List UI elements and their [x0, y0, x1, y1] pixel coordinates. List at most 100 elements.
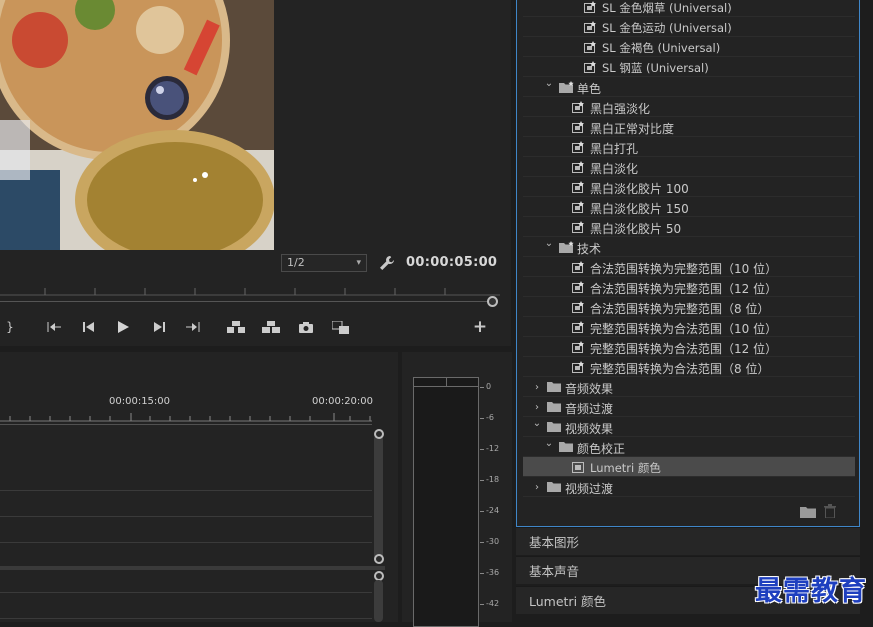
scrub-bar[interactable]	[0, 301, 488, 302]
folder-icon	[547, 381, 561, 393]
preset-item[interactable]: 合法范围转换为完整范围（12 位）	[523, 277, 855, 297]
chevron-down-icon[interactable]: ⌄	[544, 438, 554, 449]
preset-item[interactable]: 完整范围转换为合法范围（12 位）	[523, 337, 855, 357]
item-label: 合法范围转换为完整范围（10 位）	[590, 262, 778, 276]
preset-item[interactable]: 黑白强淡化	[523, 97, 855, 117]
preset-icon	[572, 121, 586, 133]
preset-item[interactable]: 黑白淡化胶片 100	[523, 177, 855, 197]
go-to-in-icon[interactable]	[44, 318, 64, 336]
folder-item[interactable]: ⌄ 单色	[523, 77, 855, 97]
panel-title: 基本声音	[529, 564, 580, 579]
db-label: -36	[486, 568, 500, 577]
folder-item[interactable]: ⌄ 视频效果	[523, 417, 855, 437]
effect-item[interactable]: Lumetri 颜色	[523, 457, 855, 477]
step-forward-icon[interactable]	[149, 318, 169, 336]
db-label: -6	[486, 413, 494, 422]
item-label: 合法范围转换为完整范围（8 位）	[590, 302, 770, 316]
folder-item[interactable]: › 音频过渡	[523, 397, 855, 417]
preset-item[interactable]: 完整范围转换为合法范围（8 位）	[523, 357, 855, 377]
preset-item[interactable]: SL 金色运动 (Universal)	[523, 17, 855, 37]
trash-icon[interactable]	[824, 504, 836, 519]
go-to-out-icon[interactable]	[183, 318, 203, 336]
preset-item[interactable]: SL 钢蓝 (Universal)	[523, 57, 855, 77]
essential-graphics-panel[interactable]: 基本图形	[516, 527, 860, 555]
preset-icon	[572, 321, 586, 333]
scroll-handle-top[interactable]	[374, 429, 384, 439]
item-label: 视频效果	[565, 422, 614, 436]
preset-item[interactable]: 合法范围转换为完整范围（10 位）	[523, 257, 855, 277]
track-divider[interactable]	[0, 566, 385, 570]
item-label: 黑白淡化	[590, 162, 639, 176]
play-icon[interactable]	[113, 318, 133, 336]
item-label: SL 金褐色 (Universal)	[602, 41, 721, 55]
item-label: 颜色校正	[577, 442, 626, 456]
folder-icon	[547, 481, 561, 493]
item-label: SL 金色运动 (Universal)	[602, 21, 732, 35]
preset-item[interactable]: 黑白淡化	[523, 157, 855, 177]
new-bin-icon[interactable]	[800, 506, 816, 518]
db-label: -42	[486, 599, 500, 608]
item-label: 完整范围转换为合法范围（12 位）	[590, 342, 778, 356]
effects-panel: SL 金色烟草 (Universal) SL 金色运动 (Universal) SL…	[516, 0, 860, 527]
item-label: 音频过渡	[565, 402, 614, 416]
folder-item[interactable]: ⌄ 技术	[523, 237, 855, 257]
effect-icon	[572, 461, 586, 473]
panel-title: 基本图形	[529, 535, 580, 550]
folder-item[interactable]: › 音频效果	[523, 377, 855, 397]
audio-scrollbar[interactable]	[374, 580, 383, 622]
preset-icon	[584, 41, 598, 53]
scroll-handle-bottom[interactable]	[374, 554, 384, 564]
preset-icon	[572, 281, 586, 293]
folder-item[interactable]: ⌄ 颜色校正	[523, 437, 855, 457]
monitor-time-ruler[interactable]	[0, 282, 500, 296]
playback-resolution-value: 1/2	[287, 256, 305, 269]
row-divider	[523, 496, 855, 497]
item-label: 合法范围转换为完整范围（12 位）	[590, 282, 778, 296]
item-label: 完整范围转换为合法范围（8 位）	[590, 362, 770, 376]
preset-item[interactable]: 黑白淡化胶片 50	[523, 217, 855, 237]
chevron-right-icon[interactable]: ›	[532, 382, 542, 393]
chevron-down-icon[interactable]: ⌄	[532, 418, 542, 429]
item-label: Lumetri 颜色	[590, 461, 661, 475]
db-label: -12	[486, 444, 500, 453]
db-label: -24	[486, 506, 500, 515]
timecode-display[interactable]: 00:00:05:00	[406, 255, 497, 270]
preset-item[interactable]: SL 金色烟草 (Universal)	[523, 0, 855, 17]
compare-view-icon[interactable]	[331, 318, 351, 336]
timeline-ruler[interactable]	[0, 412, 372, 422]
preset-item[interactable]: 黑白正常对比度	[523, 117, 855, 137]
preset-icon	[572, 161, 586, 173]
chevron-down-icon[interactable]: ⌄	[544, 78, 554, 89]
add-button-icon[interactable]: +	[470, 317, 490, 337]
mark-out-icon[interactable]: }	[0, 318, 20, 336]
timecode-label: 00:00:20:00	[312, 396, 374, 407]
preset-icon	[572, 261, 586, 273]
video-scrollbar[interactable]	[374, 435, 383, 563]
timeline-panel: 00:00:15:00 00:00:20:00	[0, 352, 398, 622]
db-label: 0	[486, 382, 492, 391]
meter-channels	[413, 377, 479, 627]
item-label: 黑白正常对比度	[590, 122, 675, 136]
step-back-icon[interactable]	[79, 318, 99, 336]
chevron-down-icon[interactable]: ⌄	[544, 238, 554, 249]
folder-icon	[547, 401, 561, 413]
wrench-icon[interactable]	[378, 254, 396, 272]
db-tick	[480, 418, 484, 419]
preset-item[interactable]: 黑白淡化胶片 150	[523, 197, 855, 217]
item-label: 技术	[577, 242, 602, 256]
playback-resolution-dropdown[interactable]: 1/2 ▾	[281, 254, 367, 272]
preset-item[interactable]: 合法范围转换为完整范围（8 位）	[523, 297, 855, 317]
chevron-right-icon[interactable]: ›	[532, 402, 542, 413]
video-preview[interactable]	[0, 0, 274, 250]
folder-item[interactable]: › 视频过渡	[523, 477, 855, 497]
chevron-down-icon: ▾	[356, 258, 361, 268]
preset-item[interactable]: 黑白打孔	[523, 137, 855, 157]
chevron-right-icon[interactable]: ›	[532, 482, 542, 493]
zoom-handle[interactable]	[487, 296, 498, 307]
preset-item[interactable]: SL 金褐色 (Universal)	[523, 37, 855, 57]
extract-icon[interactable]	[261, 318, 281, 336]
preset-item[interactable]: 完整范围转换为合法范围（10 位）	[523, 317, 855, 337]
lift-icon[interactable]	[226, 318, 246, 336]
db-tick	[480, 511, 484, 512]
camera-icon[interactable]	[296, 318, 316, 336]
